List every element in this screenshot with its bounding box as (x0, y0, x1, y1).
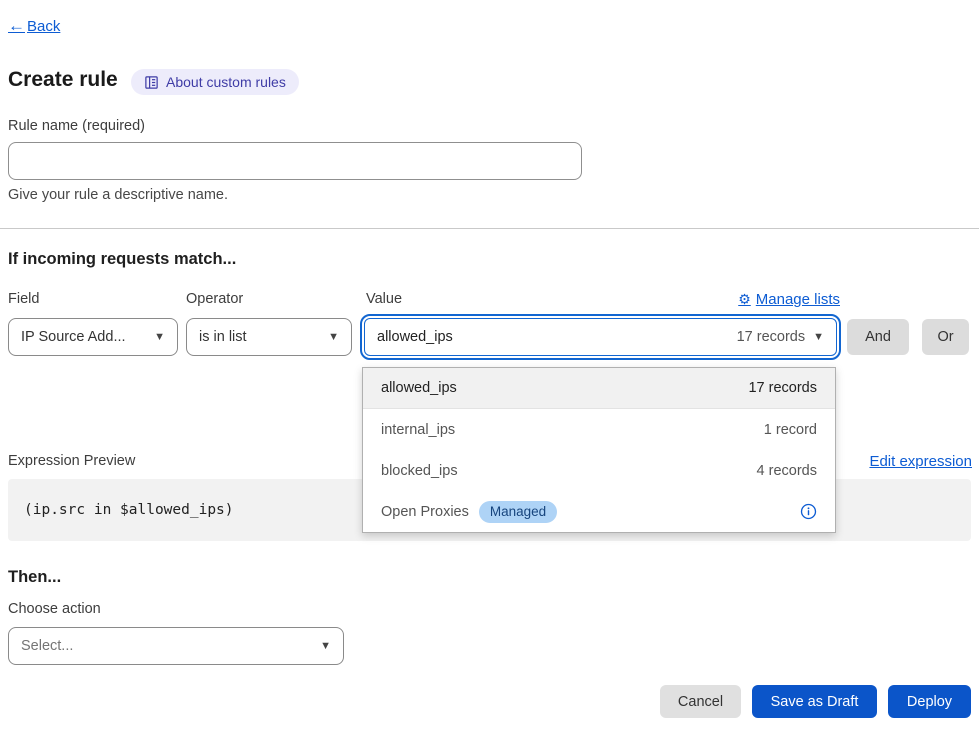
expression-preview-label: Expression Preview (8, 453, 135, 469)
about-custom-rules-link[interactable]: About custom rules (131, 69, 299, 95)
value-select-count: 17 records (737, 329, 806, 345)
dropdown-option-blocked-ips[interactable]: blocked_ips 4 records (363, 450, 835, 491)
option-count: 17 records (748, 380, 817, 396)
value-select-focus-ring: allowed_ips 17 records ▼ (360, 314, 841, 360)
value-select-name: allowed_ips (377, 329, 453, 345)
gear-icon: ⚙ (738, 291, 751, 308)
manage-lists-label: Manage lists (756, 291, 840, 308)
field-label: Field (8, 291, 39, 307)
back-arrow-icon: ← (8, 16, 25, 36)
dropdown-option-allowed-ips[interactable]: allowed_ips 17 records (363, 368, 835, 409)
rule-name-label: Rule name (required) (8, 118, 145, 134)
about-badge-label: About custom rules (166, 74, 286, 90)
then-section-heading: Then... (8, 568, 61, 587)
section-divider (0, 228, 979, 229)
option-name: Open Proxies (381, 504, 469, 520)
managed-badge: Managed (479, 501, 557, 523)
action-select[interactable]: Select... ▼ (8, 627, 344, 665)
deploy-button[interactable]: Deploy (888, 685, 971, 718)
dropdown-option-open-proxies[interactable]: Open Proxies Managed (363, 491, 835, 532)
value-select[interactable]: allowed_ips 17 records ▼ (364, 318, 837, 356)
chevron-down-icon: ▼ (813, 331, 824, 343)
dropdown-option-internal-ips[interactable]: internal_ips 1 record (363, 409, 835, 450)
and-button[interactable]: And (847, 319, 909, 355)
field-select-value: IP Source Add... (21, 329, 126, 345)
operator-select-value: is in list (199, 329, 247, 345)
book-icon (144, 75, 159, 90)
value-dropdown-panel: allowed_ips 17 records internal_ips 1 re… (362, 367, 836, 533)
manage-lists-link[interactable]: ⚙ Manage lists (738, 291, 840, 308)
or-button[interactable]: Or (922, 319, 969, 355)
option-name: blocked_ips (381, 463, 458, 479)
option-count: 4 records (757, 463, 817, 479)
option-name: allowed_ips (381, 380, 457, 396)
chevron-down-icon: ▼ (320, 640, 331, 652)
option-name: internal_ips (381, 422, 455, 438)
cancel-button[interactable]: Cancel (660, 685, 741, 718)
edit-expression-link[interactable]: Edit expression (869, 453, 972, 470)
action-select-placeholder: Select... (21, 638, 73, 654)
back-link[interactable]: ← Back (8, 16, 60, 36)
save-as-draft-button[interactable]: Save as Draft (752, 685, 877, 718)
option-count: 1 record (764, 422, 817, 438)
operator-label: Operator (186, 291, 243, 307)
info-icon[interactable] (800, 503, 817, 520)
rule-name-helper: Give your rule a descriptive name. (8, 187, 228, 203)
match-section-heading: If incoming requests match... (8, 250, 236, 269)
expression-code: (ip.src in $allowed_ips) (24, 502, 234, 518)
back-link-label: Back (27, 18, 60, 35)
choose-action-label: Choose action (8, 601, 101, 617)
field-select[interactable]: IP Source Add... ▼ (8, 318, 178, 356)
chevron-down-icon: ▼ (328, 331, 339, 343)
page-title: Create rule (8, 68, 118, 92)
rule-name-input[interactable] (8, 142, 582, 180)
chevron-down-icon: ▼ (154, 331, 165, 343)
value-label: Value (366, 291, 402, 307)
operator-select[interactable]: is in list ▼ (186, 318, 352, 356)
